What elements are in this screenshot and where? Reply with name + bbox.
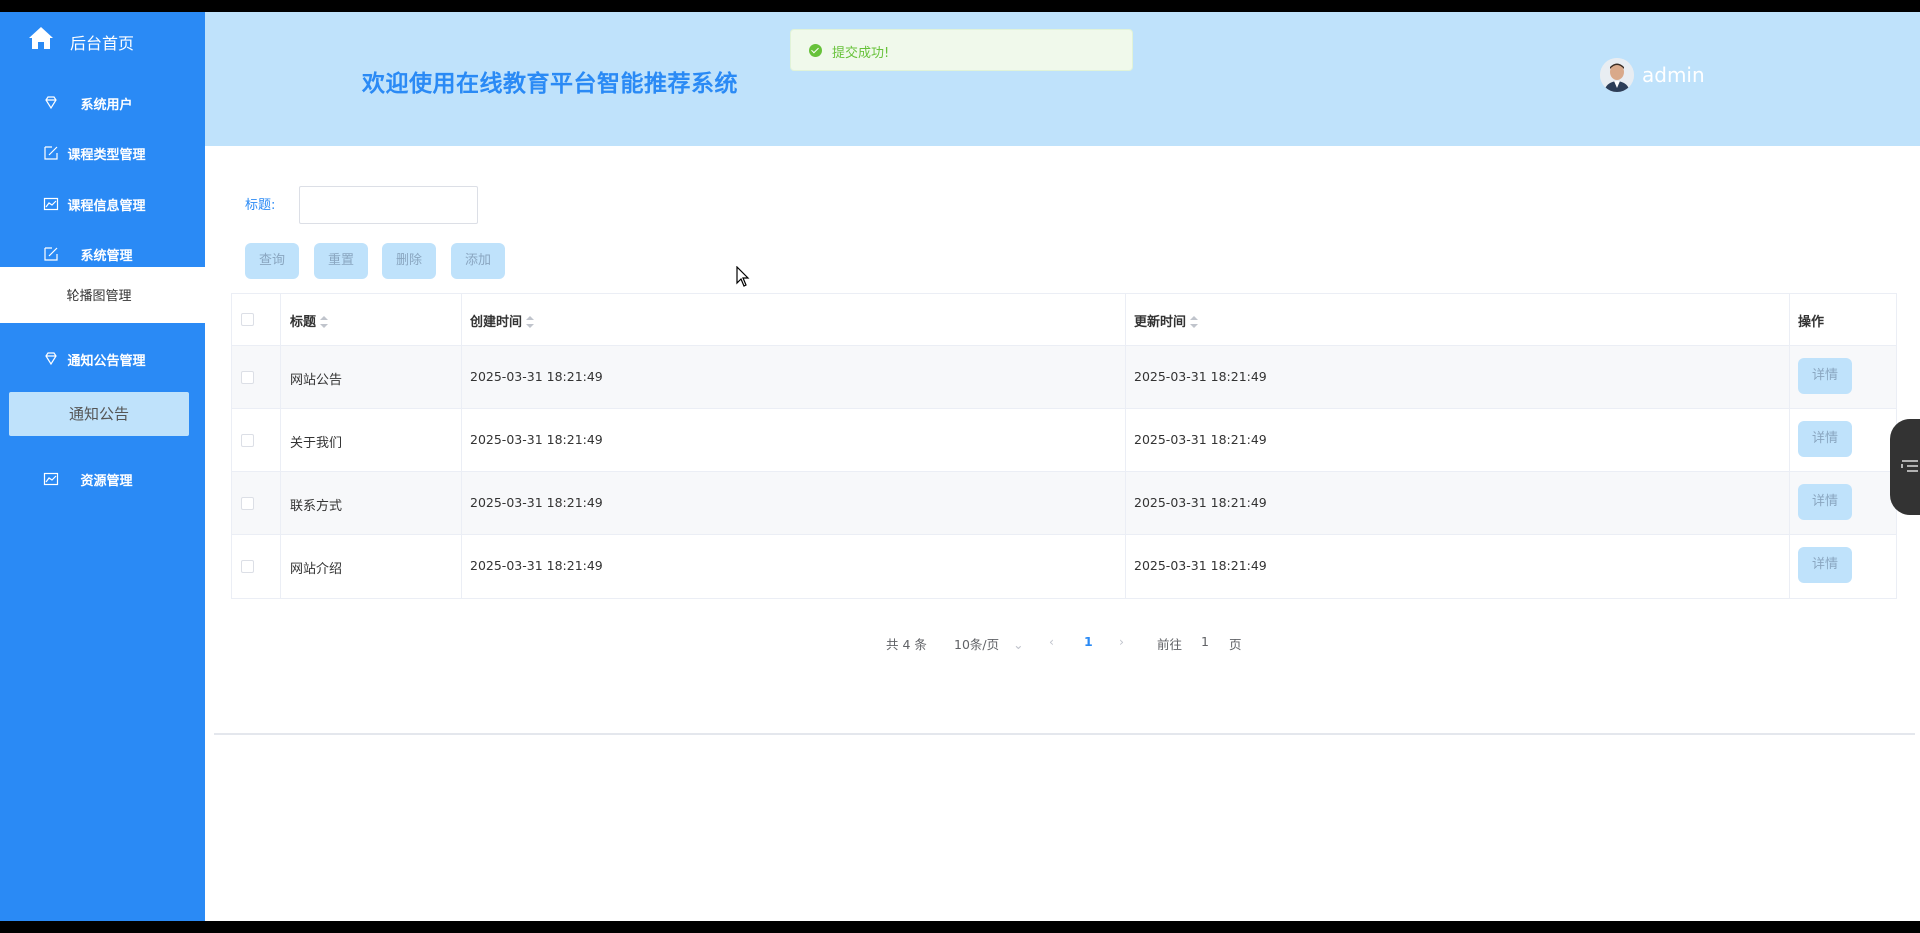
column-divider <box>461 294 462 598</box>
detail-button[interactable]: 详情 <box>1798 547 1852 583</box>
row-checkbox[interactable] <box>241 371 254 384</box>
sidebar: 后台首页 系统用户 课程类型管理 课程信息管理 系统管理 轮播图管理 通知公告管… <box>0 12 205 921</box>
sort-icon[interactable] <box>1190 316 1199 328</box>
table-row: 网站介绍 2025-03-31 18:21:49 2025-03-31 18:2… <box>232 535 1896 598</box>
goto-prefix: 前往 <box>1157 637 1183 652</box>
sidebar-item-label: 课程信息管理 <box>67 199 146 214</box>
cell-title: 联系方式 <box>290 499 343 514</box>
avatar[interactable] <box>1600 58 1634 92</box>
prev-page-icon[interactable]: ‹ <box>1049 634 1054 649</box>
next-page-icon[interactable]: › <box>1119 634 1124 649</box>
chevron-down-icon: ⌄ <box>1013 637 1024 652</box>
submenu-notice: 通知公告 <box>0 384 205 440</box>
cell-title: 关于我们 <box>290 436 343 451</box>
detail-button[interactable]: 详情 <box>1798 358 1852 394</box>
sidebar-item-label: 系统用户 <box>80 98 133 113</box>
sidebar-item-course-info[interactable]: 课程信息管理 <box>0 179 205 229</box>
success-toast: 提交成功! <box>790 29 1133 71</box>
page-number-current[interactable]: 1 <box>1084 634 1093 649</box>
detail-button[interactable]: 详情 <box>1798 421 1852 457</box>
sidebar-item-system-users[interactable]: 系统用户 <box>0 78 205 128</box>
sort-icon[interactable] <box>320 316 329 328</box>
sidebar-item-label: 系统管理 <box>80 249 133 264</box>
row-checkbox[interactable] <box>241 434 254 447</box>
cell-updated: 2025-03-31 18:21:49 <box>1134 495 1267 510</box>
goto-page-input[interactable]: 1 <box>1201 634 1209 649</box>
goto-suffix: 页 <box>1229 637 1242 652</box>
app-window: 后台首页 系统用户 课程类型管理 课程信息管理 系统管理 轮播图管理 通知公告管… <box>0 12 1920 921</box>
mouse-cursor-icon <box>736 266 750 287</box>
detail-button[interactable]: 详情 <box>1798 484 1852 520</box>
column-divider <box>1789 294 1790 598</box>
sidebar-item-label: 课程类型管理 <box>67 148 146 163</box>
column-header-actions: 操作 <box>1798 315 1825 330</box>
username[interactable]: admin <box>1642 63 1705 87</box>
sidebar-home[interactable]: 后台首页 <box>0 12 205 66</box>
notice-table: 标题 创建时间 更新时间 操作 网站公告 2025-03-31 18:21:49… <box>231 293 1897 599</box>
cell-created: 2025-03-31 18:21:49 <box>470 369 603 384</box>
sidebar-item-label: 资源管理 <box>80 474 133 489</box>
cell-updated: 2025-03-31 18:21:49 <box>1134 432 1267 447</box>
page-size-select[interactable]: 10条/页 ⌄ <box>954 634 1024 653</box>
column-header-title[interactable]: 标题 <box>290 311 329 330</box>
column-header-created[interactable]: 创建时间 <box>470 311 535 330</box>
sidebar-item-label: 通知公告管理 <box>67 354 146 369</box>
title-search-input[interactable] <box>299 186 478 224</box>
cell-updated: 2025-03-31 18:21:49 <box>1134 558 1267 573</box>
table-row: 网站公告 2025-03-31 18:21:49 2025-03-31 18:2… <box>232 346 1896 409</box>
sidebar-subitem-carousel[interactable]: 轮播图管理 <box>9 275 189 319</box>
column-divider <box>280 294 281 598</box>
row-checkbox[interactable] <box>241 497 254 510</box>
table-header: 标题 创建时间 更新时间 操作 <box>232 294 1896 346</box>
cell-created: 2025-03-31 18:21:49 <box>470 495 603 510</box>
table-row: 关于我们 2025-03-31 18:21:49 2025-03-31 18:2… <box>232 409 1896 472</box>
row-checkbox[interactable] <box>241 560 254 573</box>
check-circle-icon <box>809 44 822 57</box>
cell-created: 2025-03-31 18:21:49 <box>470 432 603 447</box>
cell-title: 网站介绍 <box>290 562 343 577</box>
delete-button[interactable]: 删除 <box>382 243 436 279</box>
sidebar-subitem-notice[interactable]: 通知公告 <box>9 392 189 436</box>
add-button[interactable]: 添加 <box>451 243 505 279</box>
sidebar-item-notice-manage[interactable]: 通知公告管理 <box>0 334 205 384</box>
select-all-checkbox[interactable] <box>241 313 254 326</box>
list-icon <box>1901 460 1918 472</box>
pagination-total: 共 4 条 <box>886 637 927 652</box>
user-avatar-icon <box>1600 58 1634 92</box>
column-header-updated[interactable]: 更新时间 <box>1134 311 1199 330</box>
home-icon <box>29 27 53 49</box>
sort-icon[interactable] <box>526 316 535 328</box>
sidebar-home-label: 后台首页 <box>70 34 135 53</box>
column-divider <box>1125 294 1126 598</box>
content-divider <box>214 733 1915 735</box>
side-panel-toggle[interactable] <box>1890 419 1920 515</box>
submenu-system: 轮播图管理 <box>0 267 205 323</box>
cell-updated: 2025-03-31 18:21:49 <box>1134 369 1267 384</box>
page-title: 欢迎使用在线教育平台智能推荐系统 <box>362 71 738 97</box>
cell-title: 网站公告 <box>290 373 343 388</box>
cell-created: 2025-03-31 18:21:49 <box>470 558 603 573</box>
toast-message: 提交成功! <box>832 46 890 61</box>
reset-button[interactable]: 重置 <box>314 243 368 279</box>
table-row: 联系方式 2025-03-31 18:21:49 2025-03-31 18:2… <box>232 472 1896 535</box>
search-label: 标题: <box>245 198 276 213</box>
sidebar-item-resources[interactable]: 资源管理 <box>0 454 205 504</box>
sidebar-item-course-types[interactable]: 课程类型管理 <box>0 128 205 178</box>
query-button[interactable]: 查询 <box>245 243 299 279</box>
